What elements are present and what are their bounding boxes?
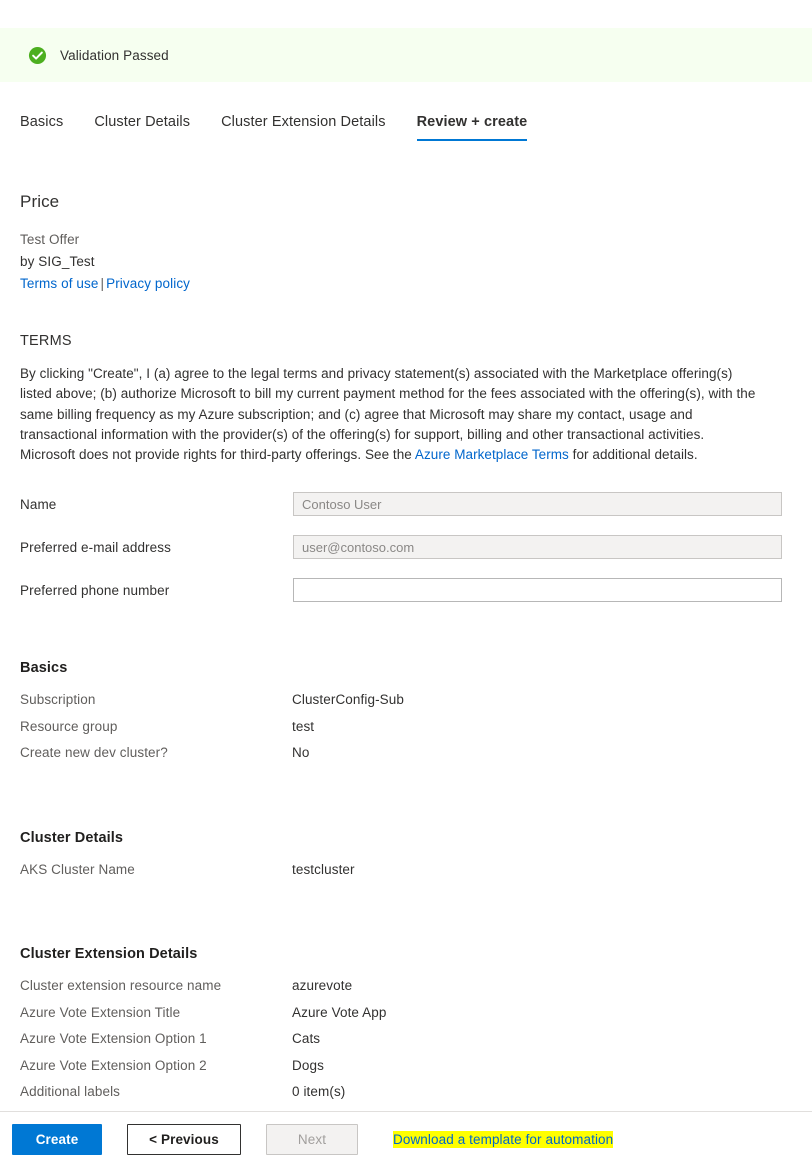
price-offer-name: Test Offer xyxy=(20,232,80,247)
summary-value: No xyxy=(292,745,310,761)
terms-of-use-link[interactable]: Terms of use xyxy=(20,276,98,291)
summary-key: Azure Vote Extension Option 1 xyxy=(20,1031,207,1047)
summary-key: Subscription xyxy=(20,692,96,708)
summary-title-cluster-extension-details: Cluster Extension Details xyxy=(20,946,198,963)
wizard-footer: Create < Previous Next Download a templa… xyxy=(0,1111,812,1167)
azure-marketplace-terms-link[interactable]: Azure Marketplace Terms xyxy=(415,447,569,462)
contact-form: Name Preferred e-mail address Preferred … xyxy=(20,492,792,603)
price-heading: Price xyxy=(20,192,60,211)
next-button: Next xyxy=(266,1124,358,1155)
summary-block-cluster-extension-details: Cluster Extension Details Cluster extens… xyxy=(20,946,792,1111)
link-separator: | xyxy=(100,276,105,291)
summary-value: Azure Vote App xyxy=(292,1004,387,1020)
summary-key: Resource group xyxy=(20,718,118,734)
privacy-policy-link[interactable]: Privacy policy xyxy=(106,276,190,291)
phone-input[interactable] xyxy=(293,578,782,603)
tab-basics[interactable]: Basics xyxy=(20,108,63,141)
price-publisher: by SIG_Test xyxy=(20,254,95,269)
table-row: Create new dev cluster? No xyxy=(20,745,792,772)
table-row: Additional labels 0 item(s) xyxy=(20,1084,792,1111)
table-row: Azure Vote Extension Title Azure Vote Ap… xyxy=(20,1005,792,1032)
email-label: Preferred e-mail address xyxy=(20,539,171,555)
tab-review-create[interactable]: Review + create xyxy=(416,108,528,141)
check-circle-icon xyxy=(28,46,47,64)
summary-key: Additional labels xyxy=(20,1084,121,1100)
summary-key: Create new dev cluster? xyxy=(20,745,168,761)
table-row: Resource group test xyxy=(20,719,792,746)
summary-value: testcluster xyxy=(292,861,355,877)
table-row: Azure Vote Extension Option 1 Cats xyxy=(20,1031,792,1058)
summary-block-basics: Basics Subscription ClusterConfig-Sub Re… xyxy=(20,660,792,772)
summary-value: Cats xyxy=(292,1031,321,1047)
terms-body-text-2: for additional details. xyxy=(568,447,698,463)
summary-block-cluster-details: Cluster Details AKS Cluster Name testclu… xyxy=(20,830,792,889)
summary-title-cluster-details: Cluster Details xyxy=(20,829,124,846)
review-create-content: Price Test Offer by SIG_Test Terms of us… xyxy=(0,178,812,1111)
summary-title-basics: Basics xyxy=(20,660,68,677)
terms-body: By clicking "Create", I (a) agree to the… xyxy=(20,364,762,465)
wizard-tabs: Basics Cluster Details Cluster Extension… xyxy=(0,108,812,148)
email-input[interactable] xyxy=(293,535,782,560)
summary-value: 0 item(s) xyxy=(292,1084,346,1100)
create-button[interactable]: Create xyxy=(12,1124,102,1155)
previous-button[interactable]: < Previous xyxy=(127,1124,241,1155)
summary-key: Cluster extension resource name xyxy=(20,978,222,994)
summary-key: AKS Cluster Name xyxy=(20,861,135,877)
table-row: Azure Vote Extension Option 2 Dogs xyxy=(20,1058,792,1085)
summary-key: Azure Vote Extension Option 2 xyxy=(20,1057,207,1073)
phone-label: Preferred phone number xyxy=(20,582,170,598)
table-row: Subscription ClusterConfig-Sub xyxy=(20,692,792,719)
summary-key: Azure Vote Extension Title xyxy=(20,1004,181,1020)
tab-cluster-details[interactable]: Cluster Details xyxy=(94,108,190,141)
summary-value: Dogs xyxy=(292,1057,324,1073)
price-links: Terms of use | Privacy policy xyxy=(20,276,792,291)
validation-message: Validation Passed xyxy=(60,47,169,63)
form-row-email: Preferred e-mail address xyxy=(20,535,792,560)
validation-banner: Validation Passed xyxy=(0,28,812,82)
download-template-link[interactable]: Download a template for automation xyxy=(393,1131,614,1148)
form-row-name: Name xyxy=(20,492,792,517)
name-input[interactable] xyxy=(293,492,782,517)
terms-heading: TERMS xyxy=(20,333,72,349)
table-row: Cluster extension resource name azurevot… xyxy=(20,978,792,1005)
summary-value: ClusterConfig-Sub xyxy=(292,692,405,708)
summary-value: test xyxy=(292,718,315,734)
tab-cluster-extension-details[interactable]: Cluster Extension Details xyxy=(221,108,386,141)
form-row-phone: Preferred phone number xyxy=(20,578,792,603)
name-label: Name xyxy=(20,496,57,512)
table-row: AKS Cluster Name testcluster xyxy=(20,862,792,889)
summary-value: azurevote xyxy=(292,978,353,994)
